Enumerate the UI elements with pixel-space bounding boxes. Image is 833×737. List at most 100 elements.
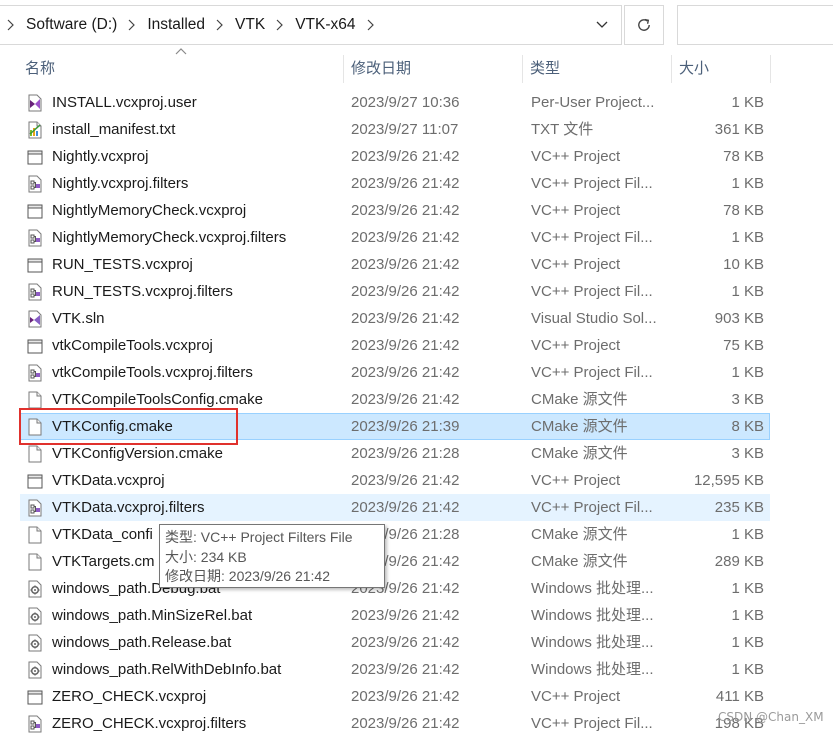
vcxproj-file-icon	[27, 204, 43, 218]
file-date: 2023/9/26 21:42	[351, 310, 460, 327]
file-type: VC++ Project	[531, 688, 621, 705]
file-date: 2023/9/26 21:42	[351, 202, 460, 219]
column-header-type[interactable]: 类型	[524, 55, 672, 83]
file-name[interactable]: NightlyMemoryCheck.vcxproj	[52, 197, 342, 224]
file-name[interactable]: VTKData.vcxproj.filters	[52, 494, 342, 521]
file-name[interactable]: NightlyMemoryCheck.vcxproj.filters	[52, 224, 342, 251]
file-date: 2023/9/27 10:36	[351, 94, 460, 111]
file-row[interactable]: VTKData.vcxproj.filters 2023/9/26 21:42 VC…	[0, 494, 833, 521]
bat-file-icon	[28, 661, 42, 678]
file-name[interactable]: INSTALL.vcxproj.user	[52, 89, 342, 116]
address-bar[interactable]: Software (D:) Installed VTK VTK-x64	[0, 5, 622, 45]
file-size: 289 KB	[714, 553, 764, 570]
file-row[interactable]: RUN_TESTS.vcxproj 2023/9/26 21:42 VC++ Pro…	[0, 251, 833, 278]
file-name[interactable]: windows_path.Release.bat	[52, 629, 342, 656]
breadcrumb-root-chevron-icon[interactable]	[0, 6, 20, 44]
file-row[interactable]: install_manifest.txt 2023/9/27 11:07 TXT 文…	[0, 116, 833, 143]
file-row[interactable]: VTKTargets.cm 2023/9/26 21:42 CMake 源文件 289…	[0, 548, 833, 575]
file-type: VC++ Project Fil...	[531, 499, 653, 516]
file-date: 2023/9/26 21:42	[351, 634, 460, 651]
file-row[interactable]: Nightly.vcxproj 2023/9/26 21:42 VC++ Proje…	[0, 143, 833, 170]
file-row[interactable]: ZERO_CHECK.vcxproj 2023/9/26 21:42 VC++ Pr…	[0, 683, 833, 710]
file-size: 1 KB	[731, 283, 764, 300]
breadcrumb-item[interactable]: Installed	[141, 16, 209, 34]
file-size: 903 KB	[714, 310, 764, 327]
blank-file-icon	[28, 445, 42, 462]
search-input[interactable]	[677, 5, 833, 45]
file-name[interactable]: windows_path.MinSizeRel.bat	[52, 602, 342, 629]
file-type: TXT 文件	[531, 121, 594, 138]
blank-file-icon	[28, 391, 42, 408]
filters-file-icon	[28, 715, 42, 732]
file-row[interactable]: NightlyMemoryCheck.vcxproj.filters 2023/9…	[0, 224, 833, 251]
breadcrumb-item[interactable]: VTK	[229, 16, 269, 34]
chevron-right-icon[interactable]	[209, 6, 229, 44]
file-row[interactable]: INSTALL.vcxproj.user 2023/9/27 10:36 Per-U…	[0, 89, 833, 116]
file-row[interactable]: ZERO_CHECK.vcxproj.filters 2023/9/26 21:4…	[0, 710, 833, 737]
file-row[interactable]: windows_path.Debug.bat 2023/9/26 21:42 Win…	[0, 575, 833, 602]
file-size: 361 KB	[714, 121, 764, 138]
breadcrumb-item[interactable]: Software (D:)	[20, 16, 121, 34]
file-size: 8 KB	[731, 418, 764, 435]
file-name[interactable]: RUN_TESTS.vcxproj.filters	[52, 278, 342, 305]
file-name[interactable]: VTK.sln	[52, 305, 342, 332]
file-type: CMake 源文件	[531, 553, 628, 570]
breadcrumb-item[interactable]: VTK-x64	[289, 16, 359, 34]
file-date: 2023/9/26 21:42	[351, 715, 460, 732]
text-file-icon	[28, 121, 42, 138]
file-row[interactable]: Nightly.vcxproj.filters 2023/9/26 21:42 VC…	[0, 170, 833, 197]
vs-user-file-icon	[28, 94, 42, 111]
filters-file-icon	[28, 364, 42, 381]
file-row[interactable]: windows_path.Release.bat 2023/9/26 21:42 W…	[0, 629, 833, 656]
file-size: 1 KB	[731, 94, 764, 111]
file-type: VC++ Project	[531, 472, 621, 489]
file-date: 2023/9/26 21:42	[351, 229, 460, 246]
file-type: VC++ Project	[531, 148, 621, 165]
sln-file-icon	[28, 310, 42, 327]
file-date: 2023/9/27 11:07	[351, 121, 459, 138]
file-type: VC++ Project Fil...	[531, 715, 653, 732]
chevron-right-icon[interactable]	[269, 6, 289, 44]
file-row[interactable]: windows_path.MinSizeRel.bat 2023/9/26 21:…	[0, 602, 833, 629]
file-name[interactable]: VTKData.vcxproj	[52, 467, 342, 494]
file-name[interactable]: RUN_TESTS.vcxproj	[52, 251, 342, 278]
file-row[interactable]: NightlyMemoryCheck.vcxproj 2023/9/26 21:4…	[0, 197, 833, 224]
sort-ascending-icon	[175, 48, 187, 55]
file-size: 1 KB	[731, 634, 764, 651]
vcxproj-file-icon	[27, 258, 43, 272]
chevron-right-icon[interactable]	[360, 6, 380, 44]
file-type: VC++ Project	[531, 202, 621, 219]
file-type: CMake 源文件	[531, 445, 628, 462]
file-name[interactable]: ZERO_CHECK.vcxproj.filters	[52, 710, 342, 737]
column-header-date[interactable]: 修改日期	[345, 55, 523, 83]
file-size: 1 KB	[731, 175, 764, 192]
file-type: VC++ Project	[531, 337, 621, 354]
file-row[interactable]: VTKData_confi 2023/9/26 21:28 CMake 源文件 1 K…	[0, 521, 833, 548]
file-size: 75 KB	[723, 337, 764, 354]
filters-file-icon	[28, 229, 42, 246]
file-row[interactable]: VTKData.vcxproj 2023/9/26 21:42 VC++ Proje…	[0, 467, 833, 494]
file-type: VC++ Project Fil...	[531, 283, 653, 300]
column-header-size[interactable]: 大小	[673, 55, 771, 83]
file-row[interactable]: vtkCompileTools.vcxproj 2023/9/26 21:42 VC…	[0, 332, 833, 359]
file-row[interactable]: vtkCompileTools.vcxproj.filters 2023/9/26…	[0, 359, 833, 386]
file-name[interactable]: vtkCompileTools.vcxproj	[52, 332, 342, 359]
file-name[interactable]: windows_path.RelWithDebInfo.bat	[52, 656, 342, 683]
file-name[interactable]: install_manifest.txt	[52, 116, 342, 143]
vcxproj-file-icon	[27, 150, 43, 164]
file-row[interactable]: VTK.sln 2023/9/26 21:42 Visual Studio Sol.…	[0, 305, 833, 332]
file-name[interactable]: Nightly.vcxproj	[52, 143, 342, 170]
file-name[interactable]: vtkCompileTools.vcxproj.filters	[52, 359, 342, 386]
refresh-button[interactable]	[624, 5, 664, 45]
file-name[interactable]: ZERO_CHECK.vcxproj	[52, 683, 342, 710]
file-row[interactable]: windows_path.RelWithDebInfo.bat 2023/9/26…	[0, 656, 833, 683]
chevron-right-icon[interactable]	[121, 6, 141, 44]
column-header-name[interactable]: 名称	[19, 55, 344, 83]
file-row[interactable]: RUN_TESTS.vcxproj.filters 2023/9/26 21:42…	[0, 278, 833, 305]
file-date: 2023/9/26 21:42	[351, 661, 460, 678]
file-name[interactable]: Nightly.vcxproj.filters	[52, 170, 342, 197]
file-type: CMake 源文件	[531, 418, 628, 435]
vcxproj-file-icon	[27, 474, 43, 488]
file-date: 2023/9/26 21:42	[351, 472, 460, 489]
address-history-button[interactable]	[584, 6, 620, 44]
